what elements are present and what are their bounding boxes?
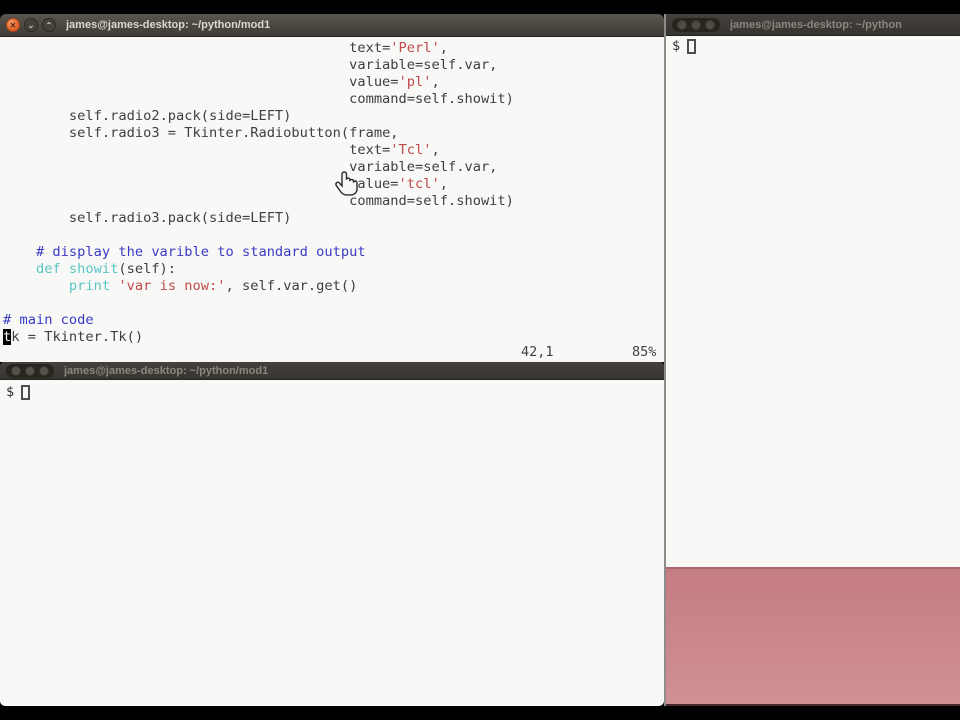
- shell-terminal-bottom-titlebar[interactable]: james@james-desktop: ~/python/mod1: [0, 362, 664, 380]
- code-line: text='Perl',: [349, 40, 448, 56]
- code-line: self.radio2.pack(side=LEFT): [68, 108, 292, 124]
- maximize-button[interactable]: [39, 365, 49, 376]
- shell-terminal-right-titlebar[interactable]: james@james-desktop: ~/python: [666, 14, 960, 36]
- shell-prompt-line: $: [6, 384, 31, 400]
- shell-prompt-line: $: [672, 38, 697, 54]
- maximize-button[interactable]: [705, 19, 715, 30]
- code-line: command=self.showit): [349, 91, 514, 107]
- terminal-cursor: [21, 384, 31, 400]
- code-line: print 'var is now:', self.var.get(): [68, 278, 358, 294]
- code-line: value='pl',: [349, 74, 440, 90]
- window-buttons-group[interactable]: [6, 363, 54, 378]
- vim-editor-area[interactable]: text='Perl', variable=self.var, value='pl'…: [0, 37, 664, 362]
- code-line: self.radio3 = Tkinter.Radiobutton(frame,: [68, 125, 399, 141]
- terminal-cursor: [687, 38, 697, 54]
- code-line: tk = Tkinter.Tk(): [3, 329, 144, 345]
- close-button[interactable]: [677, 19, 687, 30]
- code-line: # main code: [3, 312, 94, 328]
- window-title: james@james-desktop: ~/python: [730, 18, 902, 31]
- shell-prompt: $: [672, 38, 681, 54]
- maximize-button[interactable]: ⌃: [42, 18, 56, 32]
- window-title: james@james-desktop: ~/python/mod1: [64, 364, 269, 377]
- code-line: def showit(self):: [35, 261, 177, 277]
- shell-prompt: $: [6, 384, 15, 400]
- close-button[interactable]: ✕: [6, 18, 20, 32]
- vim-terminal-titlebar[interactable]: ✕ ⌄ ⌃ james@james-desktop: ~/python/mod1: [0, 14, 664, 37]
- vim-scroll-percent: 85%: [632, 344, 657, 360]
- hand-cursor-icon: [334, 170, 360, 200]
- code-line: self.radio3.pack(side=LEFT): [68, 210, 292, 226]
- vim-cursor-position: 42,1: [521, 344, 554, 360]
- desktop: ✕ ⌄ ⌃ james@james-desktop: ~/python/mod1…: [0, 0, 960, 720]
- minimize-button[interactable]: ⌄: [24, 18, 38, 32]
- code-line: variable=self.var,: [349, 57, 498, 73]
- minimize-button[interactable]: [691, 19, 701, 30]
- window-buttons-group[interactable]: [672, 17, 720, 32]
- window-title: james@james-desktop: ~/python/mod1: [66, 19, 271, 31]
- close-button[interactable]: [11, 365, 21, 376]
- minimize-button[interactable]: [25, 365, 35, 376]
- code-line: text='Tcl',: [349, 142, 440, 158]
- vim-terminal-window: ✕ ⌄ ⌃ james@james-desktop: ~/python/mod1…: [0, 14, 664, 362]
- code-line: # display the varible to standard output: [35, 244, 366, 260]
- shell-terminal-bottom-window: james@james-desktop: ~/python/mod1 $: [0, 362, 664, 706]
- tk-app-window: [666, 567, 960, 706]
- shell-terminal-bottom-area[interactable]: $: [0, 380, 664, 706]
